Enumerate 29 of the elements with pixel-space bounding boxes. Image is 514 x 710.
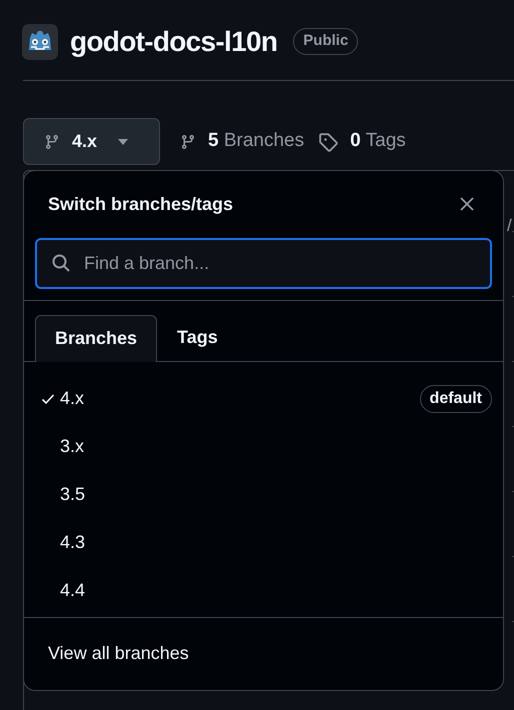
branch-name: 4.3 xyxy=(60,531,86,554)
tags-link[interactable]: 0 Tags xyxy=(318,127,406,156)
branch-item[interactable]: 3.5 xyxy=(24,470,503,519)
tag-icon xyxy=(318,132,338,152)
branch-icon xyxy=(180,134,196,150)
branch-select-button[interactable]: 4.x xyxy=(23,118,160,165)
branch-item[interactable]: 4.x default xyxy=(24,374,503,423)
branch-name: 3.x xyxy=(60,435,84,458)
branch-name: 3.5 xyxy=(60,483,86,506)
tab[interactable]: Branches xyxy=(35,314,158,362)
search-icon xyxy=(51,252,71,273)
branches-link[interactable]: 5 Branches xyxy=(180,127,304,156)
branch-icon xyxy=(44,134,60,150)
branch-item[interactable]: 4.4 xyxy=(24,566,503,615)
popup-title: Switch branches/tags xyxy=(48,192,234,216)
repo-name[interactable]: godot-docs-l10n xyxy=(70,20,278,62)
robot-logo-icon xyxy=(22,24,58,60)
branch-item[interactable]: 3.x xyxy=(24,422,503,471)
table-text: / xyxy=(507,215,512,237)
branch-name: 4.4 xyxy=(60,579,86,602)
default-label: default xyxy=(420,384,492,413)
view-all-branches-link[interactable]: View all branches xyxy=(48,640,189,668)
branch-name: 4.x xyxy=(60,387,84,410)
caret-icon xyxy=(117,138,130,146)
search-field[interactable]: Find a branch... xyxy=(35,238,492,289)
close-button[interactable] xyxy=(459,196,475,212)
tab[interactable]: Tags xyxy=(157,314,238,361)
visibility-label: Public xyxy=(293,28,358,55)
branch-item[interactable]: 4.3 xyxy=(24,518,503,567)
